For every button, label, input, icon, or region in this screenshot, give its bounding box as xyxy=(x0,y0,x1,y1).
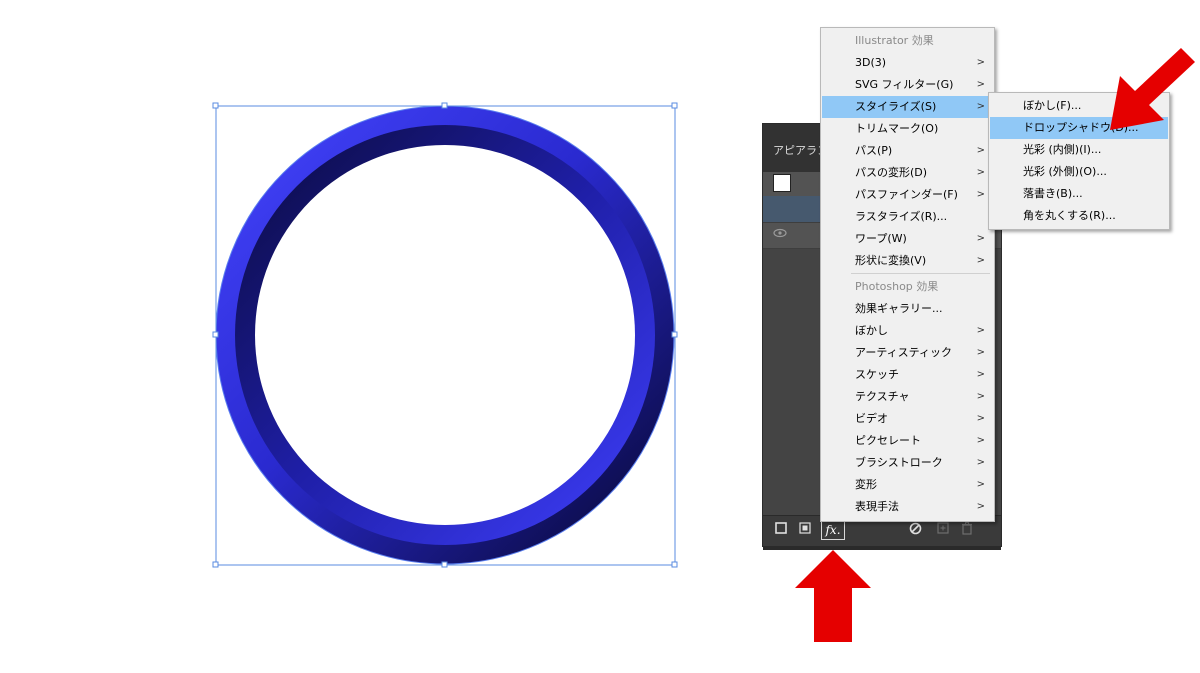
menu-item-label: ワープ(W) xyxy=(855,232,907,245)
submenu-arrow-icon: > xyxy=(976,189,985,200)
menu-item-label: ぼかし xyxy=(855,324,888,337)
add-new-effect-button[interactable]: fx. xyxy=(821,520,845,540)
handle-left xyxy=(212,331,219,338)
menu-item-effect-gallery[interactable]: 効果ギャラリー... xyxy=(822,298,993,320)
handle-right xyxy=(671,331,678,338)
handle-top-right xyxy=(671,102,678,109)
menu-item-texture[interactable]: テクスチャ > xyxy=(822,386,993,408)
menu-item-stylize-ps[interactable]: 表現手法 > xyxy=(822,496,993,518)
duplicate-item-icon[interactable] xyxy=(937,522,949,537)
effects-menu: Illustrator 効果 3D(3) > SVG フィルター(G) > スタイラ… xyxy=(820,27,995,522)
menu-item-video[interactable]: ビデオ > xyxy=(822,408,993,430)
menu-item-rasterize[interactable]: ラスタライズ(R)... xyxy=(822,206,993,228)
submenu-arrow-icon: > xyxy=(976,325,985,336)
submenu-arrow-icon: > xyxy=(976,413,985,424)
handle-bottom-right xyxy=(671,561,678,568)
submenu-arrow-icon: > xyxy=(976,79,985,90)
menu-item-sketch[interactable]: スケッチ > xyxy=(822,364,993,386)
submenu-arrow-icon: > xyxy=(976,435,985,446)
menu-item-label: 効果ギャラリー... xyxy=(855,302,943,315)
submenu-arrow-icon: > xyxy=(976,347,985,358)
artwork-canvas[interactable] xyxy=(0,0,700,673)
menu-item-label: パスファインダー(F) xyxy=(855,188,958,201)
submenu-arrow-icon: > xyxy=(976,255,985,266)
eye-icon[interactable] xyxy=(773,228,787,241)
menu-item-label: パスの変形(D) xyxy=(855,166,928,179)
add-new-fill-icon[interactable] xyxy=(799,522,811,537)
submenu-arrow-icon: > xyxy=(976,167,985,178)
menu-item-label: 形状に変換(V) xyxy=(855,254,927,267)
handle-top xyxy=(441,102,448,109)
menu-item-label: 3D(3) xyxy=(855,56,887,69)
menu-item-pathfinder[interactable]: パスファインダー(F) > xyxy=(822,184,993,206)
submenu-arrow-icon: > xyxy=(976,101,985,112)
submenu-arrow-icon: > xyxy=(976,391,985,402)
menu-item-label: アーティスティック xyxy=(855,346,953,359)
submenu-item-inner-glow[interactable]: 光彩 (内側)(I)... xyxy=(990,139,1168,161)
menu-item-label: SVG フィルター(G) xyxy=(855,78,954,91)
menu-divider xyxy=(851,273,990,274)
menu-item-trim-marks[interactable]: トリムマーク(O) xyxy=(822,118,993,140)
submenu-arrow-icon: > xyxy=(976,369,985,380)
red-arrow-diagonal-icon xyxy=(1110,48,1195,130)
menu-item-label: トリムマーク(O) xyxy=(855,122,939,135)
menu-item-label: スケッチ xyxy=(855,368,899,381)
handle-bottom xyxy=(441,561,448,568)
submenu-item-round-corners[interactable]: 角を丸くする(R)... xyxy=(990,205,1168,227)
menu-item-label: スタイライズ(S) xyxy=(855,100,937,113)
submenu-arrow-icon: > xyxy=(976,145,985,156)
ring-object[interactable] xyxy=(215,105,675,565)
submenu-arrow-icon: > xyxy=(976,457,985,468)
delete-item-icon[interactable] xyxy=(961,522,973,538)
menu-item-label: ピクセレート xyxy=(855,434,921,447)
add-new-stroke-icon[interactable] xyxy=(775,522,787,537)
menu-item-svg-filter[interactable]: SVG フィルター(G) > xyxy=(822,74,993,96)
menu-item-path[interactable]: パス(P) > xyxy=(822,140,993,162)
submenu-arrow-icon: > xyxy=(976,479,985,490)
clear-appearance-icon[interactable] xyxy=(909,522,922,538)
menu-item-brush-strokes[interactable]: ブラシストローク > xyxy=(822,452,993,474)
handle-top-left xyxy=(212,102,219,109)
menu-item-convert-to-shape[interactable]: 形状に変換(V) > xyxy=(822,250,993,272)
handle-bottom-left xyxy=(212,561,219,568)
submenu-arrow-icon: > xyxy=(976,501,985,512)
menu-item-pixelate[interactable]: ピクセレート > xyxy=(822,430,993,452)
submenu-arrow-icon: > xyxy=(976,57,985,68)
fill-swatch[interactable] xyxy=(773,174,791,192)
menu-item-artistic[interactable]: アーティスティック > xyxy=(822,342,993,364)
menu-item-label: パス(P) xyxy=(855,144,893,157)
selected-appearance-row[interactable] xyxy=(763,196,821,222)
menu-item-label: 表現手法 xyxy=(855,500,899,513)
menu-item-warp[interactable]: ワープ(W) > xyxy=(822,228,993,250)
menu-header-illustrator: Illustrator 効果 xyxy=(855,34,934,47)
menu-item-label: 変形 xyxy=(855,478,877,491)
menu-item-distort-transform[interactable]: パスの変形(D) > xyxy=(822,162,993,184)
submenu-item-scribble[interactable]: 落書き(B)... xyxy=(990,183,1168,205)
menu-item-distort[interactable]: 変形 > xyxy=(822,474,993,496)
menu-header-photoshop: Photoshop 効果 xyxy=(855,280,939,293)
menu-item-label: ブラシストローク xyxy=(855,456,943,469)
menu-item-3d[interactable]: 3D(3) > xyxy=(822,52,993,74)
menu-item-label: テクスチャ xyxy=(855,390,910,403)
red-arrow-up-icon xyxy=(795,550,871,642)
menu-item-label: ラスタライズ(R)... xyxy=(855,210,948,223)
menu-item-blur[interactable]: ぼかし > xyxy=(822,320,993,342)
menu-item-stylize[interactable]: スタイライズ(S) > xyxy=(822,96,993,118)
menu-item-label: ビデオ xyxy=(855,412,888,425)
submenu-arrow-icon: > xyxy=(976,233,985,244)
submenu-item-outer-glow[interactable]: 光彩 (外側)(O)... xyxy=(990,161,1168,183)
